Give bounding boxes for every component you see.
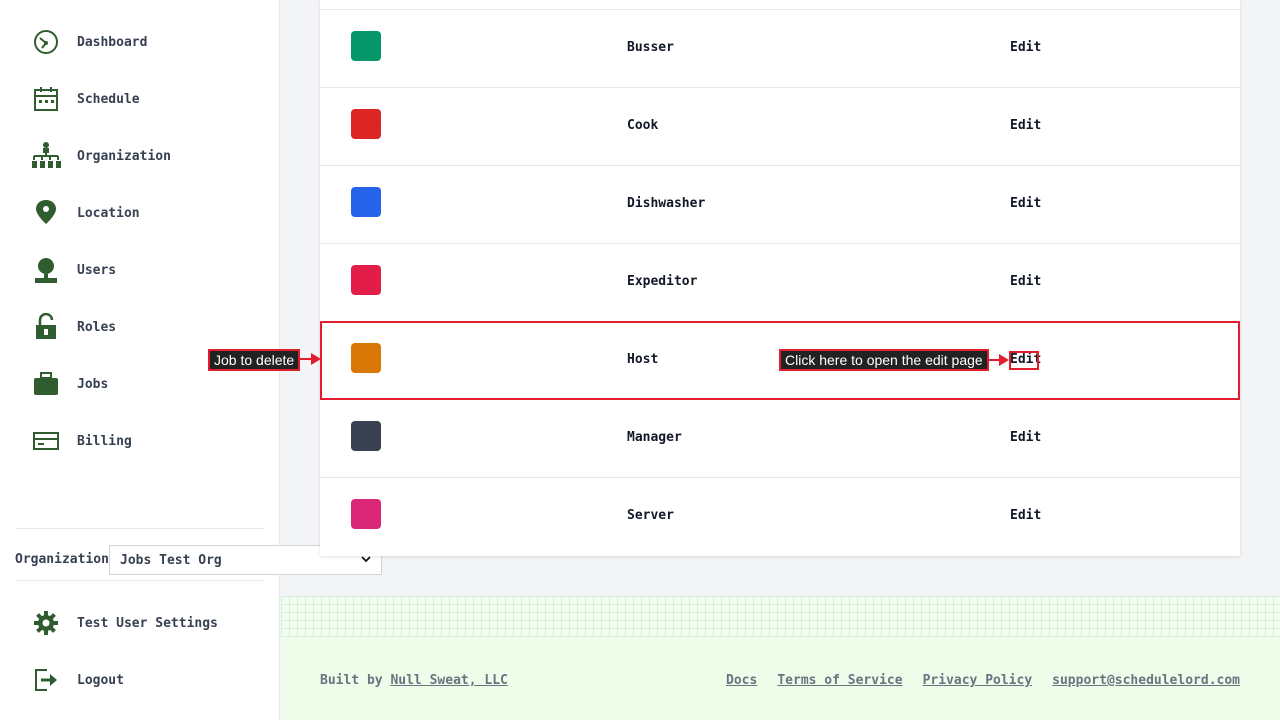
credit-card-icon [30,425,62,457]
nav-billing-label: Billing [77,433,132,449]
job-name: Dishwasher [627,196,706,211]
dashboard-gauge-icon [30,26,62,58]
sidebar-divider [15,528,264,529]
nav-location-label: Location [77,205,140,221]
calendar-icon [30,83,62,115]
edit-link[interactable]: Edit [1010,40,1041,55]
edit-link[interactable]: Edit [1010,274,1041,289]
nav-user-settings[interactable]: Test User Settings [30,607,260,639]
nav-dashboard[interactable]: Dashboard [30,26,260,58]
job-color-swatch [351,265,381,295]
job-color-swatch [351,31,381,61]
nav-logout-label: Logout [77,672,124,688]
table-row: Busser Edit [320,9,1240,87]
organization-label: Organization [15,552,109,567]
edit-link[interactable]: Edit [1010,118,1041,133]
footer-links: Docs Terms of Service Privacy Policy sup… [726,673,1240,688]
nav-logout[interactable]: Logout [30,664,260,696]
footer-company-link[interactable]: Null Sweat, LLC [390,673,507,688]
footer-grid-pattern [281,596,1280,638]
job-color-swatch [351,499,381,529]
sidebar-divider [15,580,264,581]
edit-link[interactable]: Edit [1010,508,1041,523]
footer: Built by Null Sweat, LLC Docs Terms of S… [281,638,1280,720]
nav-jobs[interactable]: Jobs [30,368,260,400]
job-name: Cook [627,118,659,133]
nav-user-settings-label: Test User Settings [77,615,218,631]
job-color-swatch [351,187,381,217]
job-name: Server [627,508,674,523]
org-chart-icon [30,140,62,172]
job-name: Manager [627,430,682,445]
job-color-swatch [351,421,381,451]
job-color-swatch [351,343,381,373]
table-row: Manager Edit [320,399,1240,477]
footer-terms-link[interactable]: Terms of Service [777,673,902,688]
jobs-table: Busser Edit Cook Edit Dishwasher Edit Ex… [320,0,1240,556]
job-color-swatch [351,109,381,139]
nav-jobs-label: Jobs [77,376,109,392]
nav-schedule-label: Schedule [77,91,140,107]
table-row: Dishwasher Edit [320,165,1240,243]
logout-icon [30,664,62,696]
footer-built-by-prefix: Built by [320,673,383,688]
gear-icon [30,607,62,639]
edit-link[interactable]: Edit [1010,196,1041,211]
nav-dashboard-label: Dashboard [77,34,148,50]
lock-icon [30,311,62,343]
job-name: Host [627,352,659,367]
edit-page-callout: Click here to open the edit page [779,349,989,371]
nav-roles-label: Roles [77,319,117,335]
table-row: Cook Edit [320,87,1240,165]
job-name: Expeditor [627,274,698,289]
nav-location[interactable]: Location [30,197,260,229]
nav-billing[interactable]: Billing [30,425,260,457]
footer-built-by: Built by Null Sweat, LLC [320,673,508,688]
nav-schedule[interactable]: Schedule [30,83,260,115]
footer-docs-link[interactable]: Docs [726,673,757,688]
table-row: Server Edit [320,477,1240,555]
footer-support-email-link[interactable]: support@schedulelord.com [1052,673,1240,688]
table-row: Expeditor Edit [320,243,1240,321]
callout-arrow-head-icon [311,353,321,365]
edit-link[interactable]: Edit [1010,430,1041,445]
organization-select-value: Jobs Test Org [120,552,222,568]
edit-link[interactable]: Edit [1010,352,1041,367]
nav-users[interactable]: Users [30,254,260,286]
map-pin-icon [30,197,62,229]
nav-roles[interactable]: Roles [30,311,260,343]
job-name: Busser [627,40,674,55]
nav-organization[interactable]: Organization [30,140,260,172]
nav-organization-label: Organization [77,148,171,164]
user-icon [30,254,62,286]
briefcase-icon [30,368,62,400]
callout-arrow-head-icon [999,354,1009,366]
job-to-delete-callout: Job to delete [208,349,301,371]
footer-privacy-link[interactable]: Privacy Policy [923,673,1033,688]
callout-arrow-line [298,358,312,360]
nav-users-label: Users [77,262,117,278]
